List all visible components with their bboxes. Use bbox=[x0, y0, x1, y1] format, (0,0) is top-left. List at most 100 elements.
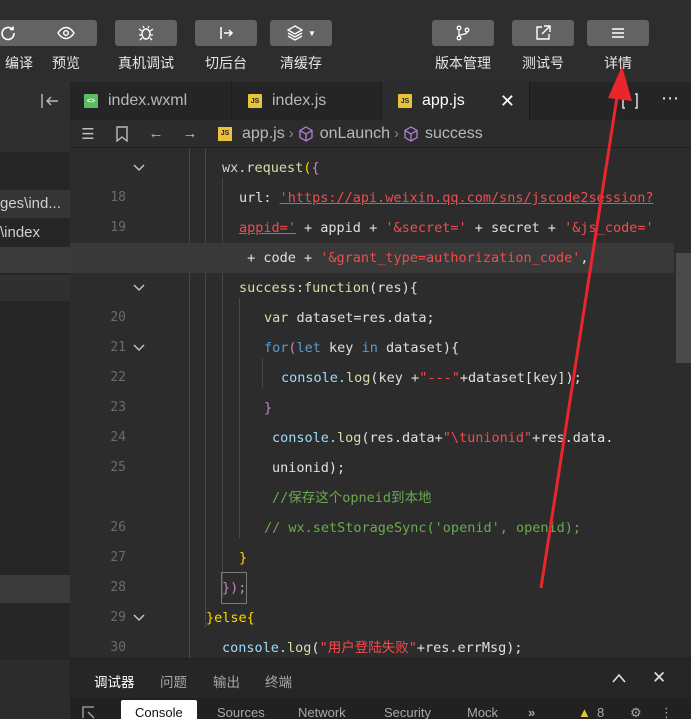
test-account-label: 测试号 bbox=[522, 55, 564, 71]
file-tree-item[interactable]: json bbox=[0, 658, 70, 660]
warning-count: 8 bbox=[597, 705, 605, 719]
code-token: log bbox=[337, 430, 362, 446]
code-token: } bbox=[239, 550, 248, 566]
code-token: + bbox=[295, 220, 321, 236]
code-token: appid bbox=[320, 220, 361, 236]
file-tree-item[interactable]: ges\ind... bbox=[0, 190, 70, 218]
switch-background-button[interactable]: 切后台 bbox=[191, 20, 261, 73]
code-token: (res.data+ bbox=[361, 430, 443, 446]
settings-gear-icon[interactable]: ⚙ bbox=[630, 705, 642, 719]
code-token: '&grant_type=authorization_code' bbox=[320, 250, 581, 266]
close-panel-icon[interactable]: ✕ bbox=[652, 668, 666, 688]
code-token: url: bbox=[239, 190, 280, 206]
code-token: }); bbox=[220, 572, 248, 604]
split-editor-icon[interactable] bbox=[621, 92, 639, 110]
code-token: var bbox=[264, 310, 289, 326]
tab-index-wxml[interactable]: <> index.wxml bbox=[70, 82, 232, 120]
arrow-right-bar-icon bbox=[195, 20, 257, 46]
sidebar-header bbox=[0, 82, 70, 120]
warning-icon[interactable]: ▲ bbox=[578, 705, 591, 719]
close-icon[interactable]: ✕ bbox=[500, 91, 515, 112]
clear-cache-button[interactable]: ▼ 清缓存 bbox=[266, 20, 336, 73]
code-line: 24 } bbox=[70, 393, 674, 445]
code-token: appid=' bbox=[239, 220, 296, 236]
code-line: 21 var dataset=res.data; bbox=[70, 303, 674, 355]
code-token: unionid); bbox=[272, 460, 346, 476]
inspect-element-icon[interactable] bbox=[82, 706, 96, 719]
collapse-sidebar-icon[interactable] bbox=[38, 92, 60, 110]
code-comment: //保存这个opneid到本地 bbox=[272, 490, 432, 506]
external-link-icon bbox=[512, 20, 574, 46]
code-line: 29 }); bbox=[70, 572, 674, 625]
list-icon[interactable]: ☰ bbox=[76, 124, 100, 144]
code-line: unionid); bbox=[70, 453, 674, 483]
more-icon[interactable]: ⋯ bbox=[661, 88, 679, 109]
tab-console[interactable]: Console bbox=[121, 700, 197, 719]
file-tree-item-selected[interactable] bbox=[0, 247, 70, 273]
breadcrumb-item[interactable]: onLaunch bbox=[320, 125, 390, 143]
code-token: success bbox=[239, 280, 296, 296]
menu-icon bbox=[587, 20, 649, 46]
code-token: : bbox=[295, 280, 305, 296]
code-token: + bbox=[239, 250, 264, 266]
code-token: console. bbox=[281, 370, 347, 386]
tab-mock[interactable]: Mock bbox=[467, 705, 498, 719]
code-token: console. bbox=[272, 430, 338, 446]
code-token: (key + bbox=[370, 370, 420, 386]
chevron-right-icon: › bbox=[394, 125, 399, 142]
real-device-debug-button[interactable]: 真机调试 bbox=[111, 20, 181, 73]
fold-chevron-icon[interactable] bbox=[132, 603, 146, 633]
tab-terminal[interactable]: 终端 bbox=[265, 671, 292, 691]
code-token: ( bbox=[311, 640, 320, 656]
tab-network[interactable]: Network bbox=[298, 705, 346, 719]
fold-chevron-icon[interactable] bbox=[132, 153, 146, 183]
file-path-label: ges\ind... bbox=[0, 195, 61, 212]
file-tree-item-selected[interactable] bbox=[0, 575, 70, 603]
method-cube-icon bbox=[404, 125, 418, 142]
code-editor[interactable]: 18 wx.request({ 19 url: 'https://api.wei… bbox=[70, 148, 691, 658]
fold-chevron-icon[interactable] bbox=[132, 273, 146, 303]
code-token: dataset=res.data; bbox=[288, 310, 435, 326]
preview-label: 预览 bbox=[52, 55, 80, 71]
fold-chevron-icon[interactable] bbox=[132, 333, 146, 363]
tab-index-js[interactable]: JS index.js bbox=[232, 82, 382, 120]
tab-label: app.js bbox=[422, 92, 465, 109]
code-line: 27 // wx.setStorageSync('openid', openid… bbox=[70, 513, 674, 565]
code-comment: // wx.setStorageSync('openid', openid); bbox=[264, 520, 581, 536]
code-token: , bbox=[580, 250, 589, 266]
branch-icon bbox=[432, 20, 494, 46]
file-tree-item[interactable] bbox=[0, 275, 70, 301]
tab-sources[interactable]: Sources bbox=[217, 705, 265, 719]
bookmark-icon[interactable] bbox=[110, 124, 134, 144]
code-token: in bbox=[361, 340, 378, 356]
test-account-button[interactable]: 测试号 bbox=[508, 20, 578, 73]
js-file-icon: JS bbox=[218, 126, 232, 141]
code-line: 31 console.log("用户登陆失败"+res.errMsg); bbox=[70, 633, 674, 658]
bug-icon bbox=[115, 20, 177, 46]
tab-output[interactable]: 输出 bbox=[213, 671, 240, 691]
details-button[interactable]: 详情 bbox=[583, 20, 653, 73]
chevron-up-icon[interactable] bbox=[611, 672, 627, 684]
tab-debugger[interactable]: 调试器 bbox=[94, 671, 135, 700]
more-tabs-icon[interactable]: » bbox=[528, 705, 535, 719]
code-token: let bbox=[296, 340, 321, 356]
code-token: + bbox=[295, 250, 321, 266]
breadcrumb-item[interactable]: success bbox=[425, 125, 483, 143]
code-token: + bbox=[466, 220, 491, 236]
breadcrumb-file[interactable]: app.js bbox=[242, 125, 285, 143]
chevron-down-icon: ▼ bbox=[308, 28, 316, 38]
code-token: } bbox=[264, 400, 273, 416]
real-device-debug-label: 真机调试 bbox=[118, 55, 174, 71]
preview-button[interactable]: 预览 bbox=[31, 20, 101, 73]
file-tree-item[interactable]: \index bbox=[0, 220, 70, 246]
version-management-button[interactable]: 版本管理 bbox=[428, 20, 498, 73]
editor-scrollbar[interactable] bbox=[676, 253, 691, 363]
tab-problems[interactable]: 问题 bbox=[160, 671, 187, 691]
tab-security[interactable]: Security bbox=[384, 705, 431, 719]
code-token: "\tunionid" bbox=[442, 430, 533, 446]
more-options-icon[interactable]: ⋮ bbox=[660, 705, 673, 719]
back-arrow-icon[interactable]: ← bbox=[144, 124, 168, 144]
tab-app-js[interactable]: JS app.js ✕ bbox=[382, 82, 530, 120]
forward-arrow-icon[interactable]: → bbox=[178, 124, 202, 144]
code-line-current: + code + '&grant_type=authorization_code… bbox=[70, 243, 674, 273]
